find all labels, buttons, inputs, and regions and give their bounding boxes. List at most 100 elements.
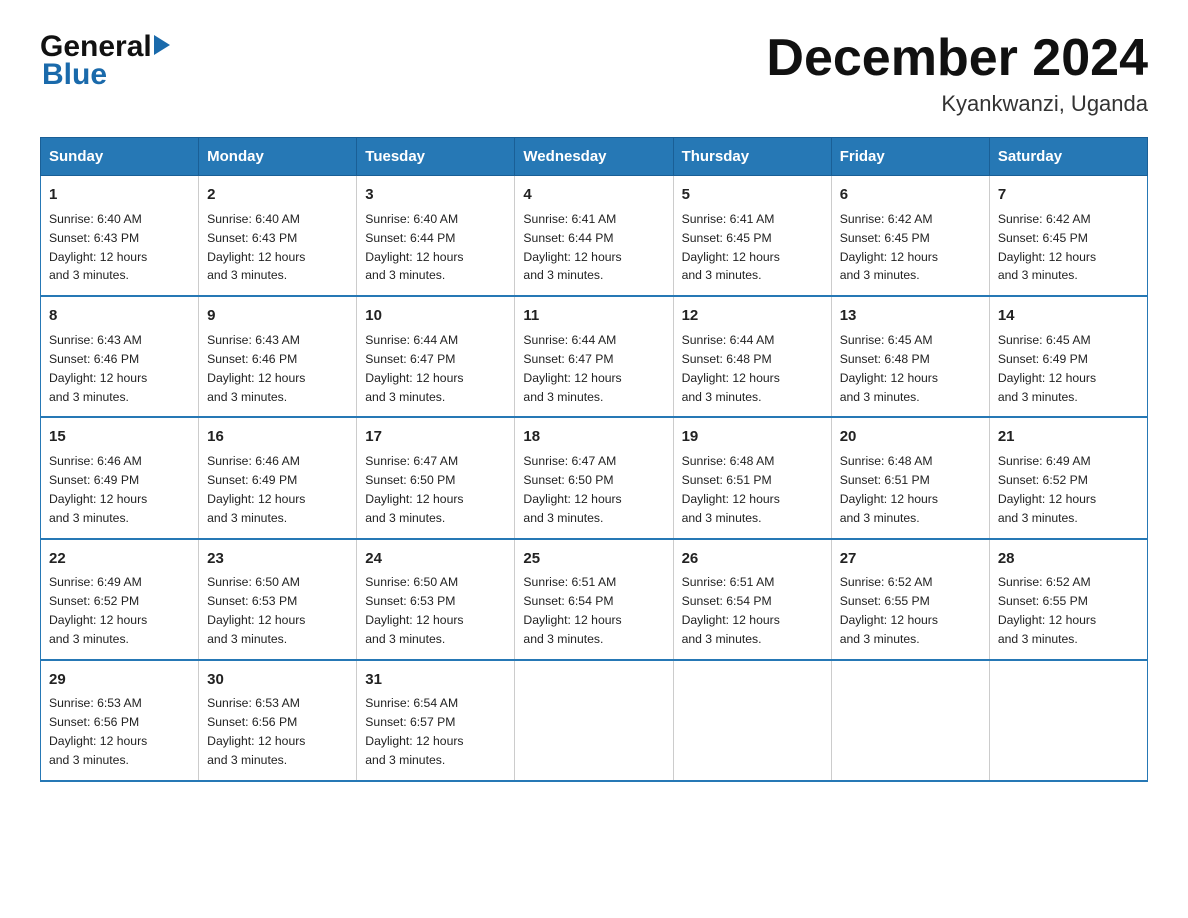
calendar-cell: 31 Sunrise: 6:54 AMSunset: 6:57 PMDayligh… (357, 660, 515, 781)
logo-chevron-icon (154, 35, 170, 55)
location-subtitle: Kyankwanzi, Uganda (766, 91, 1148, 117)
day-number: 25 (523, 548, 664, 571)
day-info: Sunrise: 6:46 AMSunset: 6:49 PMDaylight:… (49, 454, 147, 525)
day-info: Sunrise: 6:52 AMSunset: 6:55 PMDaylight:… (840, 575, 938, 646)
calendar-cell: 27 Sunrise: 6:52 AMSunset: 6:55 PMDayligh… (831, 539, 989, 660)
header-right: December 2024 Kyankwanzi, Uganda (766, 30, 1148, 117)
calendar-cell: 8Sunrise: 6:43 AMSunset: 6:46 PMDaylight… (41, 296, 199, 417)
day-number: 7 (998, 184, 1139, 207)
day-number: 16 (207, 426, 348, 449)
day-number: 10 (365, 305, 506, 328)
calendar-cell: 24Sunrise: 6:50 AMSunset: 6:53 PMDayligh… (357, 539, 515, 660)
calendar-body: 1Sunrise: 6:40 AMSunset: 6:43 PMDaylight… (41, 176, 1148, 781)
logo: General Blue (40, 30, 171, 92)
day-info: Sunrise: 6:40 AMSunset: 6:43 PMDaylight:… (49, 212, 147, 283)
day-info: Sunrise: 6:45 AMSunset: 6:48 PMDaylight:… (840, 333, 938, 404)
calendar-cell: 23 Sunrise: 6:50 AMSunset: 6:53 PMDayligh… (199, 539, 357, 660)
day-info: Sunrise: 6:48 AMSunset: 6:51 PMDaylight:… (682, 454, 780, 525)
day-number: 4 (523, 184, 664, 207)
day-number: 22 (49, 548, 190, 571)
header-cell-thursday: Thursday (673, 138, 831, 176)
day-info: Sunrise: 6:44 AMSunset: 6:48 PMDaylight:… (682, 333, 780, 404)
month-title: December 2024 (766, 30, 1148, 87)
day-number: 31 (365, 669, 506, 692)
day-number: 9 (207, 305, 348, 328)
day-info: Sunrise: 6:44 AMSunset: 6:47 PMDaylight:… (365, 333, 463, 404)
calendar-cell: 29Sunrise: 6:53 AMSunset: 6:56 PMDayligh… (41, 660, 199, 781)
calendar-cell: 7Sunrise: 6:42 AMSunset: 6:45 PMDaylight… (989, 176, 1147, 297)
logo-blue-text: Blue (40, 58, 107, 92)
day-info: Sunrise: 6:51 AMSunset: 6:54 PMDaylight:… (523, 575, 621, 646)
day-number: 26 (682, 548, 823, 571)
day-number: 20 (840, 426, 981, 449)
day-info: Sunrise: 6:48 AMSunset: 6:51 PMDaylight:… (840, 454, 938, 525)
calendar-week-3: 15 Sunrise: 6:46 AMSunset: 6:49 PMDayligh… (41, 417, 1148, 538)
calendar-cell: 21 Sunrise: 6:49 AMSunset: 6:52 PMDayligh… (989, 417, 1147, 538)
day-number: 27 (840, 548, 981, 571)
calendar-cell (989, 660, 1147, 781)
calendar-week-1: 1Sunrise: 6:40 AMSunset: 6:43 PMDaylight… (41, 176, 1148, 297)
day-number: 12 (682, 305, 823, 328)
calendar-cell: 26 Sunrise: 6:51 AMSunset: 6:54 PMDayligh… (673, 539, 831, 660)
day-info: Sunrise: 6:41 AMSunset: 6:45 PMDaylight:… (682, 212, 780, 283)
calendar-cell: 25 Sunrise: 6:51 AMSunset: 6:54 PMDayligh… (515, 539, 673, 660)
header-row: SundayMondayTuesdayWednesdayThursdayFrid… (41, 138, 1148, 176)
calendar-week-2: 8Sunrise: 6:43 AMSunset: 6:46 PMDaylight… (41, 296, 1148, 417)
calendar-cell: 3Sunrise: 6:40 AMSunset: 6:44 PMDaylight… (357, 176, 515, 297)
day-info: Sunrise: 6:45 AMSunset: 6:49 PMDaylight:… (998, 333, 1096, 404)
calendar-header: SundayMondayTuesdayWednesdayThursdayFrid… (41, 138, 1148, 176)
day-number: 13 (840, 305, 981, 328)
page-header: General Blue December 2024 Kyankwanzi, U… (40, 30, 1148, 117)
day-info: Sunrise: 6:50 AMSunset: 6:53 PMDaylight:… (207, 575, 305, 646)
day-info: Sunrise: 6:47 AMSunset: 6:50 PMDaylight:… (365, 454, 463, 525)
calendar-table: SundayMondayTuesdayWednesdayThursdayFrid… (40, 137, 1148, 782)
day-number: 23 (207, 548, 348, 571)
day-info: Sunrise: 6:44 AMSunset: 6:47 PMDaylight:… (523, 333, 621, 404)
calendar-cell: 11 Sunrise: 6:44 AMSunset: 6:47 PMDayligh… (515, 296, 673, 417)
calendar-cell: 30 Sunrise: 6:53 AMSunset: 6:56 PMDayligh… (199, 660, 357, 781)
day-info: Sunrise: 6:54 AMSunset: 6:57 PMDaylight:… (365, 696, 463, 767)
day-number: 19 (682, 426, 823, 449)
calendar-week-5: 29Sunrise: 6:53 AMSunset: 6:56 PMDayligh… (41, 660, 1148, 781)
day-number: 30 (207, 669, 348, 692)
calendar-cell: 12 Sunrise: 6:44 AMSunset: 6:48 PMDayligh… (673, 296, 831, 417)
calendar-cell: 5Sunrise: 6:41 AMSunset: 6:45 PMDaylight… (673, 176, 831, 297)
day-info: Sunrise: 6:50 AMSunset: 6:53 PMDaylight:… (365, 575, 463, 646)
day-number: 14 (998, 305, 1139, 328)
header-cell-tuesday: Tuesday (357, 138, 515, 176)
day-info: Sunrise: 6:51 AMSunset: 6:54 PMDaylight:… (682, 575, 780, 646)
header-cell-friday: Friday (831, 138, 989, 176)
calendar-cell: 19 Sunrise: 6:48 AMSunset: 6:51 PMDayligh… (673, 417, 831, 538)
calendar-week-4: 22 Sunrise: 6:49 AMSunset: 6:52 PMDayligh… (41, 539, 1148, 660)
day-number: 28 (998, 548, 1139, 571)
calendar-cell: 15 Sunrise: 6:46 AMSunset: 6:49 PMDayligh… (41, 417, 199, 538)
day-info: Sunrise: 6:53 AMSunset: 6:56 PMDaylight:… (49, 696, 147, 767)
header-cell-saturday: Saturday (989, 138, 1147, 176)
day-number: 17 (365, 426, 506, 449)
day-info: Sunrise: 6:53 AMSunset: 6:56 PMDaylight:… (207, 696, 305, 767)
day-number: 21 (998, 426, 1139, 449)
day-info: Sunrise: 6:42 AMSunset: 6:45 PMDaylight:… (840, 212, 938, 283)
day-info: Sunrise: 6:49 AMSunset: 6:52 PMDaylight:… (998, 454, 1096, 525)
calendar-cell: 13 Sunrise: 6:45 AMSunset: 6:48 PMDayligh… (831, 296, 989, 417)
day-number: 11 (523, 305, 664, 328)
day-info: Sunrise: 6:49 AMSunset: 6:52 PMDaylight:… (49, 575, 147, 646)
day-number: 6 (840, 184, 981, 207)
calendar-cell: 28 Sunrise: 6:52 AMSunset: 6:55 PMDayligh… (989, 539, 1147, 660)
day-info: Sunrise: 6:52 AMSunset: 6:55 PMDaylight:… (998, 575, 1096, 646)
day-info: Sunrise: 6:43 AMSunset: 6:46 PMDaylight:… (49, 333, 147, 404)
day-number: 3 (365, 184, 506, 207)
day-info: Sunrise: 6:46 AMSunset: 6:49 PMDaylight:… (207, 454, 305, 525)
calendar-cell: 10 Sunrise: 6:44 AMSunset: 6:47 PMDayligh… (357, 296, 515, 417)
calendar-cell: 1Sunrise: 6:40 AMSunset: 6:43 PMDaylight… (41, 176, 199, 297)
day-info: Sunrise: 6:40 AMSunset: 6:43 PMDaylight:… (207, 212, 305, 283)
calendar-cell: 17 Sunrise: 6:47 AMSunset: 6:50 PMDayligh… (357, 417, 515, 538)
day-number: 15 (49, 426, 190, 449)
day-number: 2 (207, 184, 348, 207)
calendar-cell (831, 660, 989, 781)
header-cell-wednesday: Wednesday (515, 138, 673, 176)
calendar-cell: 18Sunrise: 6:47 AMSunset: 6:50 PMDayligh… (515, 417, 673, 538)
calendar-cell: 2 Sunrise: 6:40 AMSunset: 6:43 PMDaylight… (199, 176, 357, 297)
calendar-cell: 20 Sunrise: 6:48 AMSunset: 6:51 PMDayligh… (831, 417, 989, 538)
calendar-cell (515, 660, 673, 781)
